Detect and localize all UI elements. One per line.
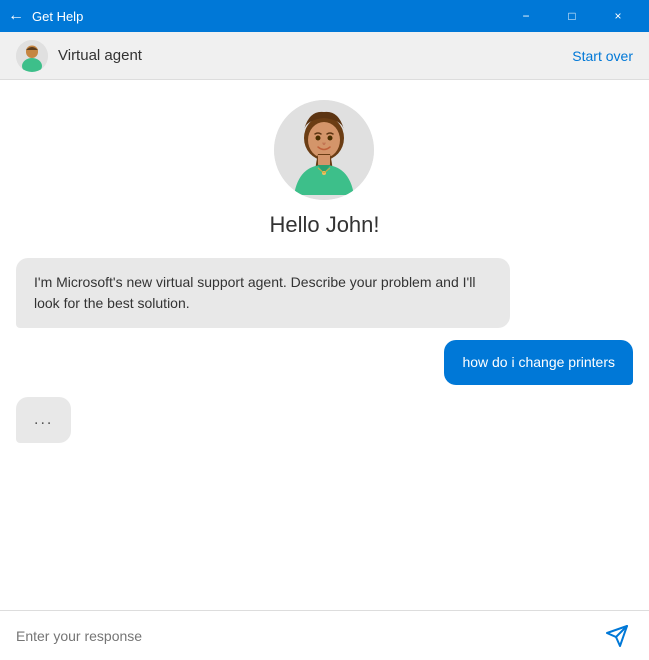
greeting-text: Hello John! bbox=[269, 212, 379, 238]
start-over-button[interactable]: Start over bbox=[572, 48, 633, 64]
avatar-small bbox=[16, 40, 48, 72]
typing-indicator: ... bbox=[16, 397, 71, 443]
send-icon bbox=[605, 624, 629, 648]
send-button[interactable] bbox=[601, 620, 633, 652]
chat-area: Hello John! I'm Microsoft's new virtual … bbox=[0, 80, 649, 610]
chat-messages: I'm Microsoft's new virtual support agen… bbox=[16, 258, 633, 443]
app-title: Get Help bbox=[32, 9, 83, 24]
avatar-large bbox=[274, 100, 374, 200]
maximize-button[interactable]: □ bbox=[549, 0, 595, 32]
title-bar: ← Get Help − □ × bbox=[0, 0, 649, 32]
header-bar: Virtual agent Start over bbox=[0, 32, 649, 80]
agent-message-bubble: I'm Microsoft's new virtual support agen… bbox=[16, 258, 510, 328]
close-button[interactable]: × bbox=[595, 0, 641, 32]
input-area bbox=[0, 610, 649, 660]
window-controls: − □ × bbox=[503, 0, 641, 32]
header-left: Virtual agent bbox=[16, 40, 572, 72]
agent-name-label: Virtual agent bbox=[58, 47, 142, 64]
response-input[interactable] bbox=[16, 628, 601, 644]
avatar-greeting: Hello John! bbox=[269, 100, 379, 238]
user-message-bubble: how do i change printers bbox=[444, 340, 633, 385]
back-button[interactable]: ← bbox=[8, 7, 24, 25]
minimize-button[interactable]: − bbox=[503, 0, 549, 32]
